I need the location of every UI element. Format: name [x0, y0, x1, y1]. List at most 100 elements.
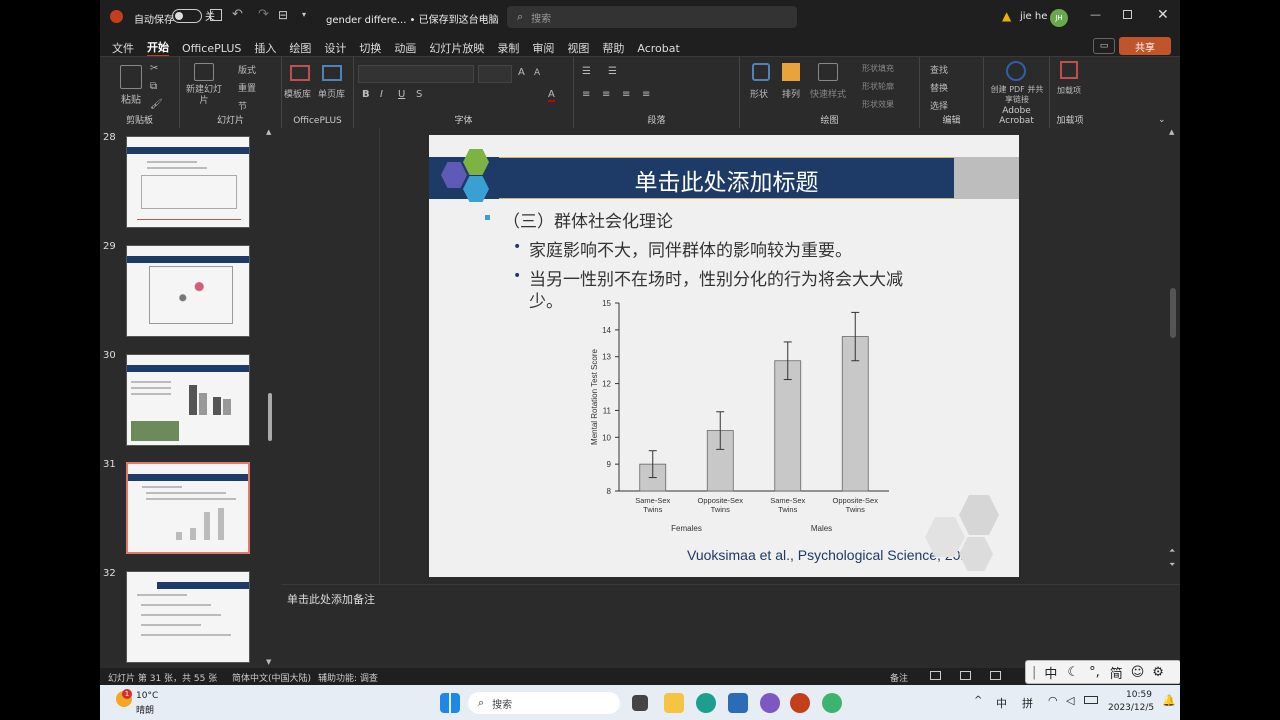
bar-chart[interactable]: 8 9 10 11 12 13 14 15 Mental Rotation Test Score… — [579, 287, 899, 547]
minimize-icon[interactable]: — — [1090, 8, 1101, 21]
scroll-down-icon[interactable]: ▼ — [266, 658, 271, 666]
present-icon[interactable]: ⊟ — [278, 8, 288, 22]
addins-icon[interactable] — [1060, 61, 1078, 79]
shapes-button[interactable]: 形状 — [750, 87, 768, 100]
find-button[interactable]: 查找 — [930, 63, 948, 76]
align-right-icon[interactable]: ≡ — [622, 89, 630, 100]
font-name-field[interactable] — [358, 65, 474, 83]
menu-tab[interactable]: 幻灯片放映 — [429, 40, 484, 56]
thumbnail-scrollbar[interactable] — [268, 393, 272, 441]
store-icon[interactable] — [728, 693, 748, 713]
align-left-icon[interactable]: ≡ — [582, 89, 590, 100]
moon-icon[interactable]: ☾ — [1067, 665, 1079, 680]
shape-fill-button[interactable]: 形状填充 — [862, 63, 894, 74]
create-pdf-button[interactable]: 创建 PDF 并共享链接 — [990, 85, 1044, 105]
tray-chevron-icon[interactable]: ^ — [974, 695, 982, 706]
media-player-icon[interactable] — [822, 693, 842, 713]
notes-toggle[interactable]: 备注 — [890, 671, 908, 684]
paste-icon[interactable] — [120, 65, 142, 89]
undo-icon[interactable]: ↶ — [232, 7, 243, 22]
edge-icon[interactable] — [696, 693, 716, 713]
tray-language[interactable]: 中 — [996, 695, 1007, 711]
task-view-icon[interactable] — [632, 695, 648, 711]
italic-icon[interactable]: I — [380, 89, 383, 100]
quick-styles-button[interactable]: 快速样式 — [810, 87, 846, 100]
notification-bell-icon[interactable]: 🔔 — [1162, 694, 1176, 707]
editor-scrollbar[interactable] — [1170, 288, 1176, 338]
single-page-button[interactable]: 单页库 — [318, 87, 345, 100]
slide-bullet-1[interactable]: 家庭影响不大，同伴群体的影响较为重要。 — [529, 236, 852, 261]
underline-icon[interactable]: U — [398, 89, 405, 100]
punctuation-icon[interactable]: °, — [1089, 665, 1100, 680]
ime-mode[interactable]: 中 — [1044, 663, 1057, 682]
customize-toolbar-icon[interactable]: ▾ — [302, 10, 306, 19]
shapes-icon[interactable] — [752, 63, 770, 81]
template-library-icon[interactable] — [290, 65, 310, 81]
ime-toolbar[interactable]: | 中 ☾ °, 简 ☺ ⚙ — [1025, 660, 1180, 684]
layout-button[interactable]: 版式 — [238, 63, 256, 76]
copy-icon[interactable]: ⧉ — [150, 81, 157, 92]
sorter-view-icon[interactable] — [960, 671, 971, 680]
comments-icon[interactable]: ▭ — [1093, 38, 1115, 54]
emoji-icon[interactable]: ☺ — [1131, 665, 1145, 680]
font-color-icon[interactable]: A — [548, 89, 555, 102]
template-library-button[interactable]: 模板库 — [284, 87, 311, 100]
next-slide-icon[interactable]: ⏷ — [1169, 560, 1175, 570]
bold-icon[interactable]: B — [362, 89, 370, 100]
redo-icon[interactable]: ↷ — [258, 7, 269, 22]
menu-tab[interactable]: 审阅 — [532, 40, 554, 56]
powerpoint-taskbar-icon[interactable] — [790, 693, 810, 713]
clock-time[interactable]: 10:59 — [1126, 690, 1152, 700]
normal-view-icon[interactable] — [930, 671, 941, 680]
shape-effects-button[interactable]: 形状效果 — [862, 99, 894, 110]
reset-button[interactable]: 重置 — [238, 81, 256, 94]
tray-ime[interactable]: 拼 — [1022, 695, 1033, 711]
slide-heading[interactable]: （三）群体社会化理论 — [503, 207, 673, 232]
arrange-button[interactable]: 排列 — [782, 87, 800, 100]
language-indicator[interactable]: 简体中文(中国大陆) — [232, 671, 311, 684]
scroll-up-icon[interactable]: ▲ — [266, 128, 271, 136]
bullets-icon[interactable]: ☰ — [582, 66, 591, 77]
addins-button[interactable]: 加载项 — [1052, 85, 1086, 96]
app-icon[interactable] — [760, 693, 780, 713]
menu-tab[interactable]: 绘图 — [289, 40, 311, 56]
file-explorer-icon[interactable] — [664, 693, 684, 713]
menu-tab[interactable]: 视图 — [567, 40, 589, 56]
replace-button[interactable]: 替换 — [930, 81, 948, 94]
justify-icon[interactable]: ≡ — [642, 89, 650, 100]
paste-button[interactable]: 粘贴 — [114, 91, 148, 106]
menu-tab[interactable]: OfficePLUS — [182, 42, 241, 55]
warning-icon[interactable]: ▲ — [1002, 9, 1011, 23]
volume-icon[interactable]: ◁ — [1066, 694, 1074, 707]
settings-icon[interactable]: ⚙ — [1152, 665, 1164, 680]
create-pdf-icon[interactable] — [1006, 61, 1026, 81]
grow-font-icon[interactable]: A — [518, 67, 525, 78]
collapse-ribbon-icon[interactable]: ⌄ — [1158, 115, 1166, 125]
thumbnail-slide-31[interactable] — [126, 462, 250, 554]
notes-pane[interactable]: 单击此处添加备注 — [281, 584, 1180, 668]
close-icon[interactable]: ✕ — [1157, 7, 1169, 23]
menu-tab[interactable]: 设计 — [324, 40, 346, 56]
scroll-up-icon[interactable]: ▲ — [1169, 128, 1174, 136]
select-button[interactable]: 选择 — [930, 99, 948, 112]
menu-tab[interactable]: 动画 — [394, 40, 416, 56]
format-painter-icon[interactable]: 🖌 — [150, 99, 163, 110]
battery-icon[interactable] — [1084, 696, 1098, 704]
menu-tab[interactable]: 帮助 — [602, 40, 624, 56]
numbering-icon[interactable]: ☰ — [608, 66, 617, 77]
reading-view-icon[interactable] — [990, 671, 1001, 680]
ime-script[interactable]: 简 — [1110, 663, 1123, 682]
menu-tab[interactable]: 录制 — [497, 40, 519, 56]
section-button[interactable]: 节 — [238, 99, 247, 112]
taskbar-search[interactable]: ⌕ 搜索 — [468, 692, 620, 714]
thumbnail-slide-28[interactable] — [126, 136, 250, 228]
thumbnail-slide-32[interactable] — [126, 571, 250, 663]
shadow-icon[interactable]: S — [416, 89, 422, 100]
save-icon[interactable] — [210, 9, 222, 21]
shrink-font-icon[interactable]: A — [534, 68, 540, 78]
menu-tab[interactable]: 切换 — [359, 40, 381, 56]
single-page-icon[interactable] — [322, 65, 342, 81]
wifi-icon[interactable]: ◠ — [1048, 694, 1058, 707]
quick-styles-icon[interactable] — [818, 63, 838, 81]
slide-title-placeholder[interactable]: 单击此处添加标题 — [499, 163, 954, 197]
